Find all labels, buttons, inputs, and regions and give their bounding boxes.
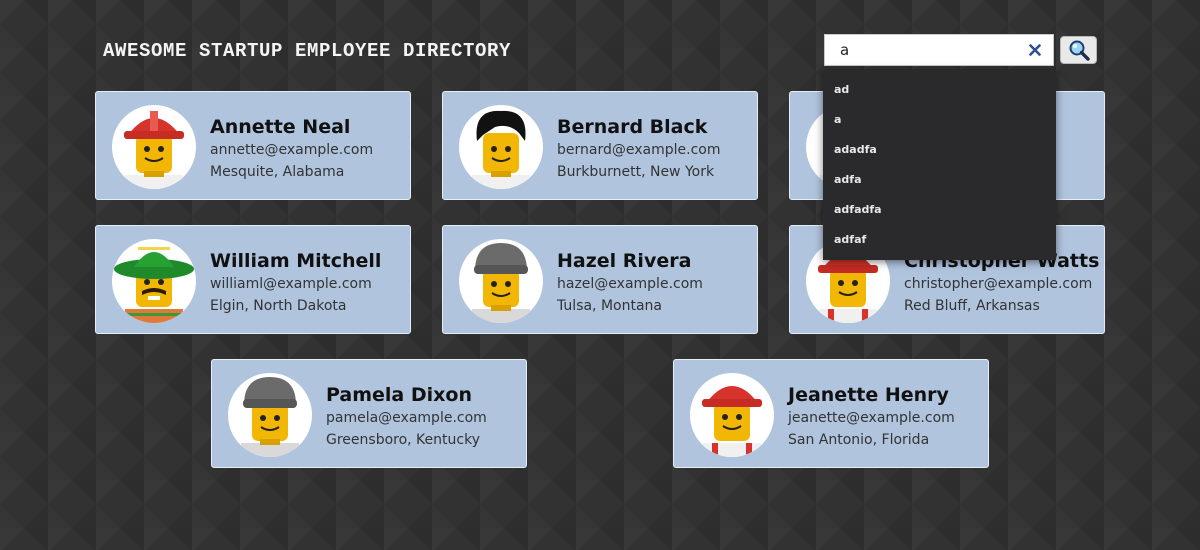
employee-email: williaml@example.com xyxy=(210,276,372,292)
employee-name: Pamela Dixon xyxy=(326,384,472,406)
avatar xyxy=(459,239,543,323)
employee-email: hazel@example.com xyxy=(557,276,703,292)
employee-card[interactable]: Hazel Rivera hazel@example.com Tulsa, Mo… xyxy=(442,225,758,334)
employee-email: jeanette@example.com xyxy=(788,410,955,426)
employee-name: Annette Neal xyxy=(210,116,351,138)
employee-location: Tulsa, Montana xyxy=(557,298,662,314)
avatar xyxy=(112,105,196,189)
employee-email: pamela@example.com xyxy=(326,410,487,426)
employee-location: San Antonio, Florida xyxy=(788,432,930,448)
suggestion-item[interactable]: adfaf xyxy=(823,225,1056,255)
magnifier-icon xyxy=(1069,40,1090,61)
employee-name: Hazel Rivera xyxy=(557,250,692,272)
close-icon[interactable] xyxy=(1025,40,1045,60)
suggestion-item[interactable]: adadfa xyxy=(823,135,1056,165)
employee-name: Bernard Black xyxy=(557,116,708,138)
employee-location: Elgin, North Dakota xyxy=(210,298,347,314)
employee-card[interactable]: Jeanette Henry jeanette@example.com San … xyxy=(673,359,989,468)
employee-location: Mesquite, Alabama xyxy=(210,164,345,180)
search-box xyxy=(824,34,1054,66)
search-button[interactable] xyxy=(1060,36,1097,64)
avatar xyxy=(112,239,196,323)
suggestion-item[interactable]: adfadfa xyxy=(823,195,1056,225)
suggestion-item[interactable]: adfa xyxy=(823,165,1056,195)
employee-name: Jeanette Henry xyxy=(788,384,949,406)
employee-name: William Mitchell xyxy=(210,250,382,272)
employee-location: Burkburnett, New York xyxy=(557,164,715,180)
suggestion-item[interactable]: ad xyxy=(823,75,1056,105)
employee-card[interactable]: William Mitchell williaml@example.com El… xyxy=(95,225,411,334)
employee-card[interactable]: Pamela Dixon pamela@example.com Greensbo… xyxy=(211,359,527,468)
employee-card[interactable]: Annette Neal annette@example.com Mesquit… xyxy=(95,91,411,200)
avatar xyxy=(690,373,774,457)
employee-location: Red Bluff, Arkansas xyxy=(904,298,1040,314)
employee-email: bernard@example.com xyxy=(557,142,721,158)
suggestion-item[interactable]: a xyxy=(823,105,1056,135)
employee-email: annette@example.com xyxy=(210,142,374,158)
avatar xyxy=(228,373,312,457)
autocomplete-dropdown: ad a adadfa adfa adfadfa adfaf xyxy=(823,70,1056,260)
search-input[interactable] xyxy=(825,35,1015,65)
employee-card[interactable]: Bernard Black bernard@example.com Burkbu… xyxy=(442,91,758,200)
employee-email: christopher@example.com xyxy=(904,276,1093,292)
employee-location: Greensboro, Kentucky xyxy=(326,432,480,448)
avatar xyxy=(459,105,543,189)
page-title: AWESOME STARTUP EMPLOYEE DIRECTORY xyxy=(103,40,512,62)
